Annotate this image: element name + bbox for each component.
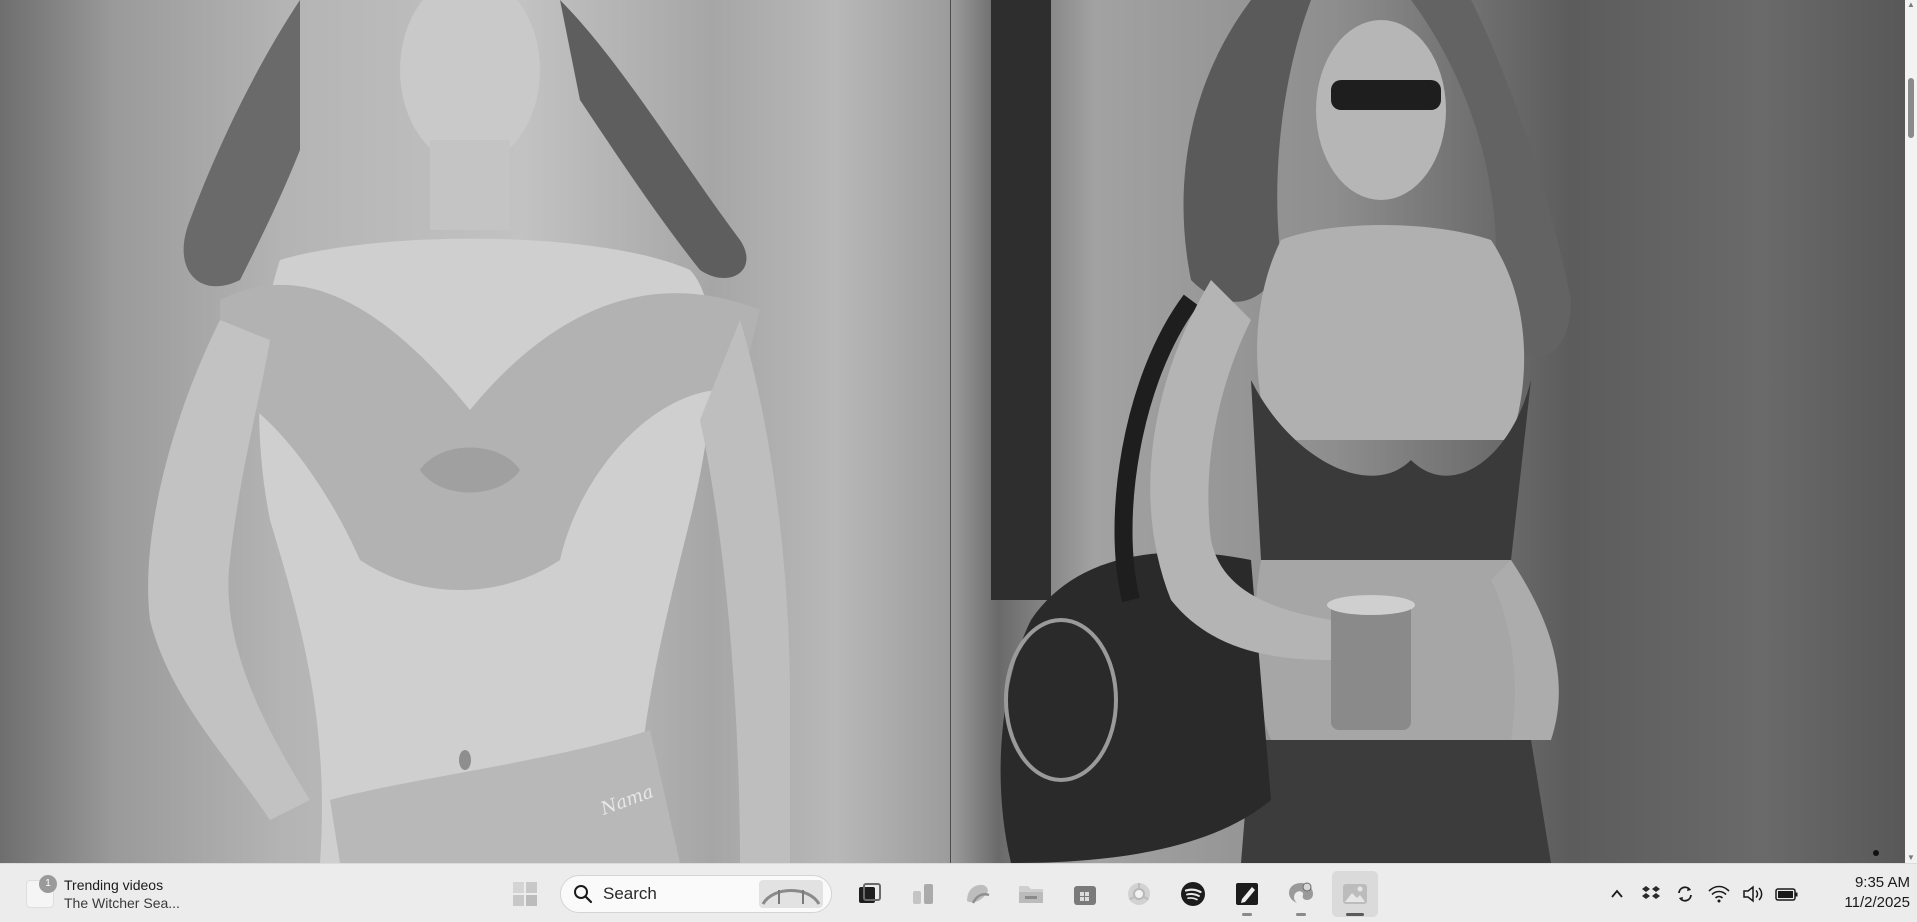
dropbox-tray-button[interactable] [1636,879,1666,909]
clock-button[interactable]: 9:35 AM 11/2/2025 [1820,873,1910,913]
chevron-up-icon [1611,889,1623,898]
widgets-icon [913,884,933,904]
widgets-news-button[interactable]: 1 Trending videos The Witcher Sea... [26,872,180,916]
taskbar: 1 Trending videos The Witcher Sea... Sea… [0,863,1917,922]
taskbar-app-area: Search [498,870,1382,918]
sync-tray-button[interactable] [1670,879,1700,909]
search-highlight-icon [759,880,823,908]
notification-badge: 1 [39,875,57,893]
task-view-button[interactable] [846,871,892,917]
vertical-scrollbar[interactable]: ▲ ▼ [1905,0,1917,863]
edge-browser-icon [1289,882,1313,903]
photos-app-icon [1343,884,1367,904]
running-indicator [1242,913,1252,916]
clock-time: 9:35 AM [1854,874,1910,891]
photo-right-figure [991,0,1571,863]
photo-left-figure [148,0,790,863]
edge-browser-button[interactable] [1278,871,1324,917]
volume-icon [1743,885,1763,903]
photo-right[interactable] [951,0,1905,863]
widget-title: Trending videos [64,877,164,893]
microsoft-store-icon [1074,886,1096,905]
chrome-icon [1128,883,1150,905]
spotify-icon [1181,882,1205,906]
taskbar-search-box[interactable]: Search [560,875,832,913]
news-thumbnail-icon: 1 [26,875,57,908]
battery-icon [1775,888,1798,901]
task-view-icon [859,883,881,903]
photo-left[interactable]: Nama [0,0,950,863]
system-tray [1600,872,1804,916]
search-label: Search [603,884,657,903]
running-indicator [1296,913,1306,916]
carousel-dot-indicator[interactable] [1873,850,1879,856]
show-hidden-icons-button[interactable] [1602,879,1632,909]
desktop: Nama ▲ ▼ 1 Trending videos The Witcher S… [0,0,1917,922]
notes-app-button[interactable] [1224,871,1270,917]
widget-subtitle: The Witcher Sea... [64,895,180,911]
wifi-tray-button[interactable] [1704,879,1734,909]
microsoft-store-button[interactable] [1062,871,1108,917]
spotify-button[interactable] [1170,871,1216,917]
clock-date: 11/2/2025 [1844,894,1910,911]
dropbox-icon [1642,886,1660,899]
start-button[interactable] [502,871,548,917]
chrome-button[interactable] [1116,871,1162,917]
wifi-icon [1708,885,1730,903]
scroll-thumb[interactable] [1908,78,1914,138]
notes-app-icon [1236,883,1258,905]
scroll-down-arrow-icon[interactable]: ▼ [1907,853,1915,863]
copilot-button[interactable] [954,871,1000,917]
volume-tray-button[interactable] [1738,879,1768,909]
photos-app-button[interactable] [1332,871,1378,917]
widgets-button[interactable] [900,871,946,917]
battery-tray-button[interactable] [1772,879,1802,909]
copilot-icon [967,884,990,904]
file-explorer-button[interactable] [1008,871,1054,917]
file-explorer-icon [1019,886,1043,903]
sync-icon [1678,886,1692,902]
active-indicator [1346,913,1364,916]
search-icon [574,885,593,904]
photo-viewer[interactable]: Nama [0,0,1905,863]
start-icon [513,882,537,906]
scroll-up-arrow-icon[interactable]: ▲ [1907,0,1915,10]
widget-text: Trending videos The Witcher Sea... [64,876,180,912]
